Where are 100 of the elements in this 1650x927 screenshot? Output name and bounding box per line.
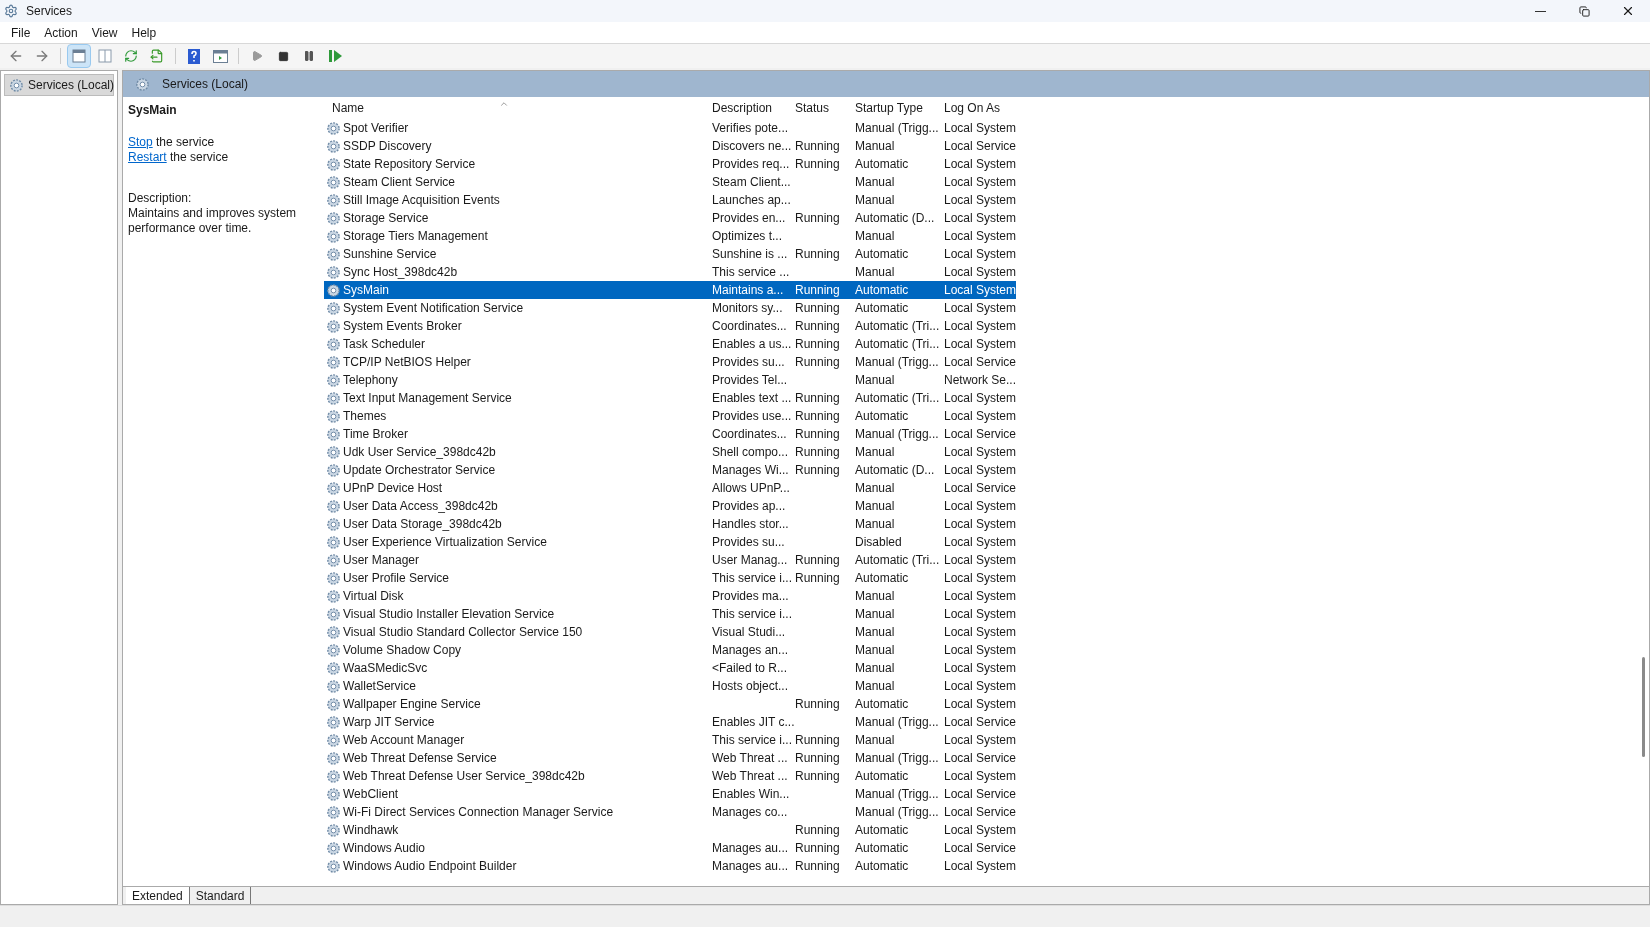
column-header[interactable]: Description — [704, 99, 787, 119]
table-cell-text: Web Threat Defense User Service_398dc42b — [343, 768, 585, 785]
table-row[interactable]: Task Scheduler Enables a us... Running Automatic (Tri... Local System — [324, 335, 1016, 353]
gear-icon — [326, 228, 341, 244]
menu-item[interactable]: Action — [37, 23, 85, 42]
minimize-icon — [1534, 10, 1546, 12]
help-icon — [188, 48, 200, 64]
table-cell-text: Running — [795, 768, 840, 785]
table-row[interactable]: User Manager User Manag... Running Automatic (Tri... Local System — [324, 551, 1016, 569]
table-cell-text: Running — [795, 444, 840, 461]
table-cell-text: Running — [795, 552, 840, 569]
gear-icon — [326, 714, 341, 730]
table-row[interactable]: Web Threat Defense User Service_398dc42b Web Threat ... Running Automatic Local System — [324, 767, 1016, 785]
table-row[interactable]: Storage Tiers Management Optimizes t... Manual Local System — [324, 227, 1016, 245]
table-row[interactable]: Themes Provides use... Running Automatic Local System — [324, 407, 1016, 425]
column-header[interactable]: Log On As — [936, 99, 1016, 119]
table-cell-text: Manual — [855, 732, 895, 749]
table-row[interactable]: SysMain Maintains a... Running Automatic Local System — [324, 281, 1016, 299]
table-cell-text: Manual — [855, 660, 895, 677]
table-row[interactable]: UPnP Device Host Allows UPnP... Manual Local Service — [324, 479, 1016, 497]
table-cell-text: Running — [795, 138, 840, 155]
action-link[interactable]: Restart — [128, 150, 167, 164]
table-row[interactable]: User Profile Service This service i... Running Automatic Local System — [324, 569, 1016, 587]
table-row[interactable]: Storage Service Provides en... Running Automatic (D... Local System — [324, 209, 1016, 227]
table-cell-text: Automatic — [855, 840, 909, 857]
gear-icon — [326, 354, 341, 370]
table-row[interactable]: Update Orchestrator Service Manages Wi... Running Automatic (D... Local System — [324, 461, 1016, 479]
menu-item[interactable]: Help — [124, 23, 164, 42]
table-cell-text: Provides use... — [712, 408, 792, 425]
table-row[interactable]: Windhawk Running Automatic Local System — [324, 821, 1016, 839]
table-cell-text: Windhawk — [343, 822, 399, 839]
table-row[interactable]: Windows Audio Manages au... Running Automatic Local Service — [324, 839, 1016, 857]
scrollbar-thumb[interactable] — [1642, 657, 1645, 757]
table-row[interactable]: Wallpaper Engine Service Running Automatic Local System — [324, 695, 1016, 713]
table-row[interactable]: State Repository Service Provides req... Running Automatic Local System — [324, 155, 1016, 173]
table-row[interactable]: User Experience Virtualization Service Provides su... Disabled Local System — [324, 533, 1016, 551]
gear-icon — [326, 480, 341, 496]
show-tree-button[interactable] — [67, 44, 91, 68]
gear-icon — [326, 786, 341, 802]
table-row[interactable]: WaaSMedicSvc <Failed to R... Manual Local System — [324, 659, 1016, 677]
table-row[interactable]: Sunshine Service Sunshine is ... Running Automatic Local System — [324, 245, 1016, 263]
table-row[interactable]: Web Threat Defense Service Web Threat ... Running Manual (Trigg... Local Service — [324, 749, 1016, 767]
tree-item[interactable]: Services (Local) — [4, 74, 114, 96]
table-row[interactable]: SSDP Discovery Discovers ne... Running Manual Local Service — [324, 137, 1016, 155]
gear-icon — [326, 606, 341, 622]
table-row[interactable]: Volume Shadow Copy Manages an... Manual Local System — [324, 641, 1016, 659]
table-row[interactable]: Steam Client Service Steam Client... Manual Local System — [324, 173, 1016, 191]
table-cell-text: Automatic — [855, 696, 909, 713]
column-header[interactable]: Startup Type — [847, 99, 936, 119]
table-cell-text: Manual (Trigg... — [855, 714, 939, 731]
action-link[interactable]: Stop — [128, 135, 153, 149]
table-row[interactable]: Text Input Management Service Enables text ... Running Automatic (Tri... Local System — [324, 389, 1016, 407]
table-row[interactable]: Wi-Fi Direct Services Connection Manager Service Manages co... Manual (Trigg... Local Service — [324, 803, 1016, 821]
gear-icon — [326, 426, 341, 442]
table-row[interactable]: User Data Access_398dc42b Provides ap... Manual Local System — [324, 497, 1016, 515]
table-row[interactable]: Web Account Manager This service i... Running Manual Local System — [324, 731, 1016, 749]
table-row[interactable]: WebClient Enables Win... Manual (Trigg... Local Service — [324, 785, 1016, 803]
table-row[interactable]: Udk User Service_398dc42b Shell compo... Running Manual Local System — [324, 443, 1016, 461]
table-row[interactable]: Virtual Disk Provides ma... Manual Local System — [324, 587, 1016, 605]
gear-icon — [326, 120, 341, 136]
table-cell-text: User Data Storage_398dc42b — [343, 516, 502, 533]
table-cell-text: Storage Tiers Management — [343, 228, 488, 245]
table-row[interactable]: System Event Notification Service Monitors sy... Running Automatic Local System — [324, 299, 1016, 317]
table-row[interactable]: Visual Studio Installer Elevation Service This service i... Manual Local System — [324, 605, 1016, 623]
gear-icon — [326, 210, 341, 226]
view-tab[interactable]: Extended — [126, 887, 190, 904]
table-row[interactable]: Still Image Acquisition Events Launches ap... Manual Local System — [324, 191, 1016, 209]
menu-item[interactable]: File — [4, 23, 38, 42]
table-cell-text: Running — [795, 462, 840, 479]
table-row[interactable]: WalletService Hosts object... Manual Local System — [324, 677, 1016, 695]
table-row[interactable]: Telephony Provides Tel... Manual Network Se... — [324, 371, 1016, 389]
table-row[interactable]: System Events Broker Coordinates... Running Automatic (Tri... Local System — [324, 317, 1016, 335]
gear-icon — [326, 156, 341, 172]
table-cell-text: Coordinates... — [712, 318, 787, 335]
table-row[interactable]: Sync Host_398dc42b This service ... Manual Local System — [324, 263, 1016, 281]
column-header[interactable]: Status — [787, 99, 847, 119]
column-header[interactable]: Name — [324, 99, 704, 119]
table-row[interactable]: Windows Audio Endpoint Builder Manages au... Running Automatic Local System — [324, 857, 1016, 875]
back-icon — [8, 48, 24, 64]
table-cell-text: Enables a us... — [712, 336, 792, 353]
table-row[interactable]: User Data Storage_398dc42b Handles stor... Manual Local System — [324, 515, 1016, 533]
table-cell-text: WebClient — [343, 786, 399, 803]
table-row[interactable]: Warp JIT Service Enables JIT c... Manual (Trigg... Local Service — [324, 713, 1016, 731]
table-cell-text: Local Service — [944, 804, 1017, 821]
table-cell-text: Running — [795, 822, 840, 839]
table-cell-text: Coordinates... — [712, 426, 787, 443]
gear-icon — [326, 192, 341, 208]
table-cell-text: User Manager — [343, 552, 420, 569]
table-row[interactable]: Visual Studio Standard Collector Service 150 Visual Studi... Manual Local System — [324, 623, 1016, 641]
table-cell-text: Web Threat Defense Service — [343, 750, 497, 767]
table-cell-text: Manual — [855, 498, 895, 515]
table-cell-text: Spot Verifier — [343, 120, 409, 137]
table-row[interactable]: TCP/IP NetBIOS Helper Provides su... Running Manual (Trigg... Local Service — [324, 353, 1016, 371]
gear-icon — [326, 336, 341, 352]
table-cell-text: Local System — [944, 822, 1017, 839]
menu-item[interactable]: View — [84, 23, 125, 42]
table-row[interactable]: Spot Verifier Verifies pote... Manual (Trigg... Local System — [324, 119, 1016, 137]
table-row[interactable]: Time Broker Coordinates... Running Manual (Trigg... Local Service — [324, 425, 1016, 443]
table-cell-text: Running — [795, 390, 840, 407]
table-cell-text: Verifies pote... — [712, 120, 789, 137]
